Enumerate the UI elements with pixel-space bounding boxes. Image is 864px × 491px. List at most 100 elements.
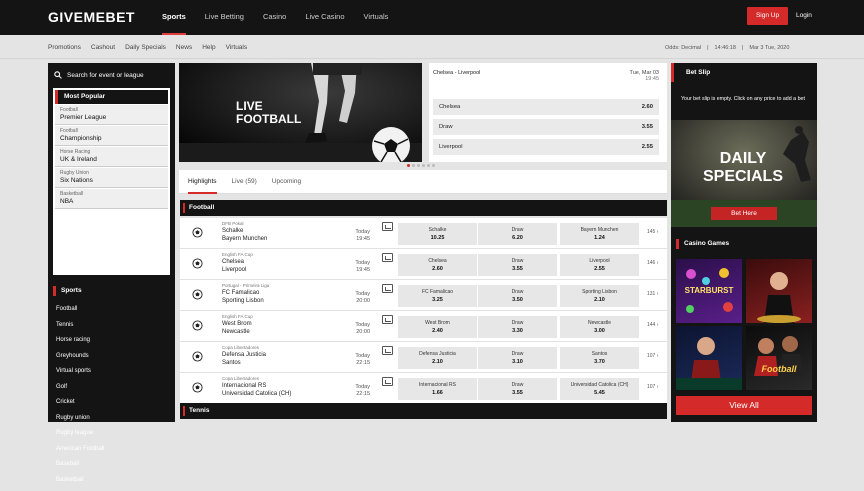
odds-button[interactable]: West Brom2.40 [398,316,477,338]
subnav-news[interactable]: News [176,44,192,51]
odds-button[interactable]: Defensa Justicia2.10 [398,347,477,369]
odds-button[interactable]: Liverpool2.55 [560,254,639,276]
home-team[interactable]: West Brom [222,321,252,327]
carousel-dot[interactable] [412,164,415,167]
tab-upcoming[interactable]: Upcoming [272,170,301,193]
home-team[interactable]: Schalke [222,228,243,234]
view-all-button[interactable]: View All [676,396,812,415]
more-markets-link[interactable]: 107 › [647,384,658,390]
bet-here-button[interactable]: Bet Here [711,207,777,220]
casino-game-tile[interactable]: STARBURST [676,259,742,323]
stats-icon[interactable] [382,253,393,262]
odds-button[interactable]: Bayern Munchen1.24 [560,223,639,245]
carousel-dot[interactable] [422,164,425,167]
subnav-help[interactable]: Help [202,44,215,51]
subnav-virtuals[interactable]: Virtuals [226,44,248,51]
carousel-dot[interactable] [417,164,420,167]
home-team[interactable]: Chelsea [222,259,244,265]
stats-icon[interactable] [382,377,393,386]
away-team[interactable]: Sporting Lisbon [222,298,264,304]
live-football-banner[interactable]: LIVE FOOTBALL [179,63,422,162]
more-markets-link[interactable]: 131 › [647,291,658,297]
odds-button[interactable]: Draw6.20 [478,223,557,245]
stats-icon[interactable] [382,346,393,355]
event-search[interactable]: Search for event or league [54,67,144,83]
popular-item[interactable]: Rugby UnionSix Nations [55,168,168,188]
odds-button[interactable]: Draw3.30 [478,316,557,338]
featured-odds-button[interactable]: Liverpool2.55 [433,139,659,155]
nav-virtuals[interactable]: Virtuals [364,0,389,35]
odds-button[interactable]: Draw3.55 [478,378,557,400]
nav-live-betting[interactable]: Live Betting [205,0,244,35]
more-markets-link[interactable]: 144 › [647,322,658,328]
casino-game-tile[interactable]: Football [746,326,812,390]
popular-item[interactable]: Horse RacingUK & Ireland [55,147,168,167]
carousel-dot[interactable] [427,164,430,167]
more-markets-link[interactable]: 107 › [647,353,658,359]
carousel-dot[interactable] [432,164,435,167]
odds-button[interactable]: Sporting Lisbon2.10 [560,285,639,307]
match-row[interactable]: Portugal - Primeira LigaFC FamalicaoSpor… [180,280,667,311]
odds-button[interactable]: Santos3.70 [560,347,639,369]
tab-highlights[interactable]: Highlights [188,170,217,194]
sport-item[interactable]: Virtual sports [56,367,104,383]
featured-match-name[interactable]: Chelsea - Liverpool [433,70,480,76]
odds-button[interactable]: Newcastle3.00 [560,316,639,338]
away-team[interactable]: Liverpool [222,267,246,273]
popular-item[interactable]: FootballChampionship [55,126,168,146]
odds-format-select[interactable]: Odds: Decimal [665,45,701,51]
carousel-dot[interactable] [407,164,410,167]
odds-button[interactable]: Schalke10.25 [398,223,477,245]
sport-item[interactable]: Baseball [56,460,104,476]
sport-item[interactable]: Basketball [56,476,104,491]
stats-icon[interactable] [382,284,393,293]
stats-icon[interactable] [382,315,393,324]
sport-item[interactable]: Greyhounds [56,352,104,368]
odds-button[interactable]: Draw3.55 [478,254,557,276]
featured-odds-button[interactable]: Chelsea2.60 [433,99,659,115]
subnav-promotions[interactable]: Promotions [48,44,81,51]
stats-icon[interactable] [382,222,393,231]
sport-item[interactable]: American Football [56,445,104,461]
home-team[interactable]: FC Famalicao [222,290,259,296]
away-team[interactable]: Newcastle [222,329,250,335]
login-link[interactable]: Login [796,7,812,25]
casino-game-tile[interactable] [676,326,742,390]
away-team[interactable]: Bayern Munchen [222,236,267,242]
featured-odds-button[interactable]: Draw3.55 [433,119,659,135]
match-row[interactable]: English FA CupChelseaLiverpoolToday19:45… [180,249,667,280]
more-markets-link[interactable]: 146 › [647,260,658,266]
away-team[interactable]: Universidad Catolica (CH) [222,391,291,397]
odds-button[interactable]: Internacional RS1.66 [398,378,477,400]
nav-casino[interactable]: Casino [263,0,286,35]
home-team[interactable]: Defensa Justicia [222,352,266,358]
nav-sports[interactable]: Sports [162,0,186,35]
match-row[interactable]: Copa LibertadoresInternacional RSUnivers… [180,373,667,404]
odds-button[interactable]: Universidad Catolica (CH)5.45 [560,378,639,400]
away-team[interactable]: Santos [222,360,241,366]
sport-item[interactable]: Rugby league [56,429,104,445]
subnav-daily-specials[interactable]: Daily Specials [125,44,166,51]
sport-item[interactable]: Cricket [56,398,104,414]
nav-live-casino[interactable]: Live Casino [305,0,344,35]
match-row[interactable]: English FA CupWest BromNewcastleToday20:… [180,311,667,342]
sport-item[interactable]: Tennis [56,321,104,337]
odds-button[interactable]: Chelsea2.60 [398,254,477,276]
sport-item[interactable]: Football [56,305,104,321]
odds-button[interactable]: Draw3.10 [478,347,557,369]
sport-item[interactable]: Horse racing [56,336,104,352]
home-team[interactable]: Internacional RS [222,383,266,389]
odds-button[interactable]: Draw3.50 [478,285,557,307]
match-row[interactable]: DFB PokalSchalkeBayern MunchenToday19:45… [180,218,667,249]
more-markets-link[interactable]: 145 › [647,229,658,235]
odds-button[interactable]: FC Famalicao3.25 [398,285,477,307]
sport-item[interactable]: Rugby union [56,414,104,430]
popular-item[interactable]: FootballPremier League [55,105,168,125]
casino-game-tile[interactable] [746,259,812,323]
subnav-cashout[interactable]: Cashout [91,44,115,51]
popular-item[interactable]: BasketballNBA [55,189,168,209]
sign-up-button[interactable]: Sign Up [747,7,788,25]
match-row[interactable]: Copa LibertadoresDefensa JusticiaSantosT… [180,342,667,373]
sport-item[interactable]: Golf [56,383,104,399]
brand-logo[interactable]: GIVEMEBET [48,9,135,25]
